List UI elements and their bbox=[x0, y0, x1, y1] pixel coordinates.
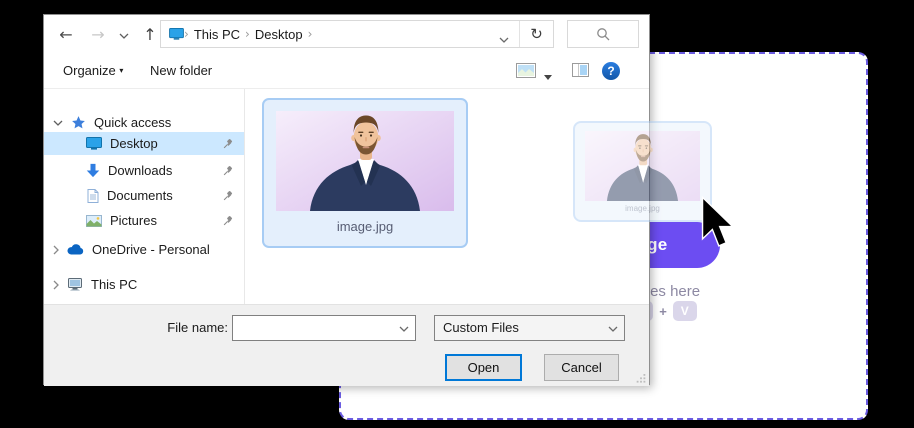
drag-preview-filename: image.jpg bbox=[585, 204, 700, 213]
sidebar-label: This PC bbox=[91, 277, 137, 292]
navigation-pane: Quick access Desktop Downloads bbox=[44, 89, 244, 304]
screenshot-stage: Upload Image or drop images here CTRL + … bbox=[0, 0, 914, 428]
sidebar-label: Documents bbox=[107, 188, 173, 203]
sidebar-item-desktop[interactable]: Desktop bbox=[44, 132, 244, 155]
drag-preview-photo bbox=[585, 131, 700, 201]
new-folder-button[interactable]: New folder bbox=[150, 53, 212, 88]
downloads-icon bbox=[86, 163, 100, 178]
file-name-combo bbox=[232, 315, 416, 341]
breadcrumb-this-pc[interactable]: This PC bbox=[194, 27, 240, 42]
sidebar-item-quick-access[interactable]: Quick access bbox=[44, 111, 244, 134]
file-type-value: Custom Files bbox=[443, 320, 519, 335]
pin-icon bbox=[223, 165, 234, 176]
quick-access-star-icon bbox=[71, 115, 86, 130]
resize-grip[interactable] bbox=[636, 373, 646, 383]
preview-pane-button[interactable] bbox=[572, 63, 589, 80]
file-name-input[interactable] bbox=[233, 316, 395, 340]
file-type-select[interactable]: Custom Files bbox=[434, 315, 625, 341]
chevron-down-icon bbox=[499, 37, 509, 43]
file-open-dialog: ← → ↑ › This PC › Desktop › ↻ bbox=[43, 14, 650, 385]
documents-icon bbox=[87, 189, 99, 203]
chevron-down-icon[interactable] bbox=[399, 326, 409, 332]
view-options-caret[interactable] bbox=[544, 68, 552, 83]
chevron-down-icon[interactable] bbox=[53, 120, 63, 126]
sidebar-item-pictures[interactable]: Pictures bbox=[44, 209, 244, 232]
change-view-button[interactable] bbox=[516, 63, 536, 81]
caret-down-icon bbox=[544, 75, 552, 80]
breadcrumb-desktop[interactable]: Desktop bbox=[255, 27, 303, 42]
address-dropdown-button[interactable] bbox=[499, 31, 509, 46]
breadcrumb-separator: › bbox=[184, 27, 189, 41]
pin-icon bbox=[223, 190, 234, 201]
onedrive-icon bbox=[67, 244, 84, 255]
pin-icon bbox=[223, 215, 234, 226]
dialog-toolbar: Organize ▾ New folder bbox=[44, 53, 649, 89]
sidebar-label: Quick access bbox=[94, 115, 171, 130]
forward-button[interactable]: → bbox=[86, 23, 110, 47]
desktop-icon bbox=[86, 137, 102, 150]
file-thumbnail-photo bbox=[276, 111, 454, 211]
caret-down-icon: ▾ bbox=[119, 66, 123, 75]
chevron-right-icon[interactable] bbox=[53, 280, 59, 290]
sidebar-item-this-pc[interactable]: This PC bbox=[44, 273, 244, 296]
up-button[interactable]: ↑ bbox=[138, 23, 162, 47]
pictures-icon bbox=[86, 215, 102, 227]
this-pc-icon bbox=[169, 28, 184, 40]
dialog-footer: File name: Custom Files Open Cancel bbox=[44, 304, 649, 386]
search-icon bbox=[596, 27, 610, 41]
drag-preview-card: image.jpg bbox=[573, 121, 712, 222]
search-box[interactable] bbox=[567, 20, 639, 48]
back-button[interactable]: ← bbox=[54, 23, 78, 47]
chevron-down-icon bbox=[119, 33, 129, 39]
breadcrumb-separator: › bbox=[245, 27, 250, 41]
pin-icon bbox=[223, 138, 234, 149]
mouse-cursor-icon bbox=[701, 196, 735, 248]
help-button[interactable]: ? bbox=[602, 62, 620, 80]
pane-divider bbox=[244, 89, 245, 304]
breadcrumb-separator: › bbox=[308, 27, 313, 41]
recent-locations-button[interactable] bbox=[116, 23, 132, 47]
sidebar-item-downloads[interactable]: Downloads bbox=[44, 159, 244, 182]
organize-label: Organize bbox=[63, 63, 116, 78]
address-bar[interactable]: › This PC › Desktop › ↻ bbox=[160, 20, 554, 48]
open-button[interactable]: Open bbox=[445, 354, 522, 381]
v-key-badge: V bbox=[673, 301, 697, 321]
sidebar-label: Downloads bbox=[108, 163, 172, 178]
thumbnails-view-icon bbox=[516, 63, 536, 78]
organize-menu[interactable]: Organize ▾ bbox=[63, 53, 123, 88]
preview-pane-icon bbox=[572, 63, 589, 77]
sidebar-item-documents[interactable]: Documents bbox=[44, 184, 244, 207]
file-name-field-label: File name: bbox=[124, 315, 228, 341]
sidebar-label: Desktop bbox=[110, 136, 158, 151]
refresh-button[interactable]: ↻ bbox=[519, 21, 553, 47]
file-name-label: image.jpg bbox=[276, 219, 454, 234]
plus-separator: + bbox=[659, 304, 667, 319]
sidebar-item-onedrive[interactable]: OneDrive - Personal bbox=[44, 238, 244, 261]
computer-icon bbox=[67, 278, 83, 291]
sidebar-label: OneDrive - Personal bbox=[92, 242, 210, 257]
chevron-right-icon[interactable] bbox=[53, 245, 59, 255]
sidebar-label: Pictures bbox=[110, 213, 157, 228]
file-item-image-jpg[interactable]: image.jpg bbox=[262, 98, 468, 248]
chevron-down-icon bbox=[608, 326, 618, 332]
cancel-button[interactable]: Cancel bbox=[544, 354, 619, 381]
